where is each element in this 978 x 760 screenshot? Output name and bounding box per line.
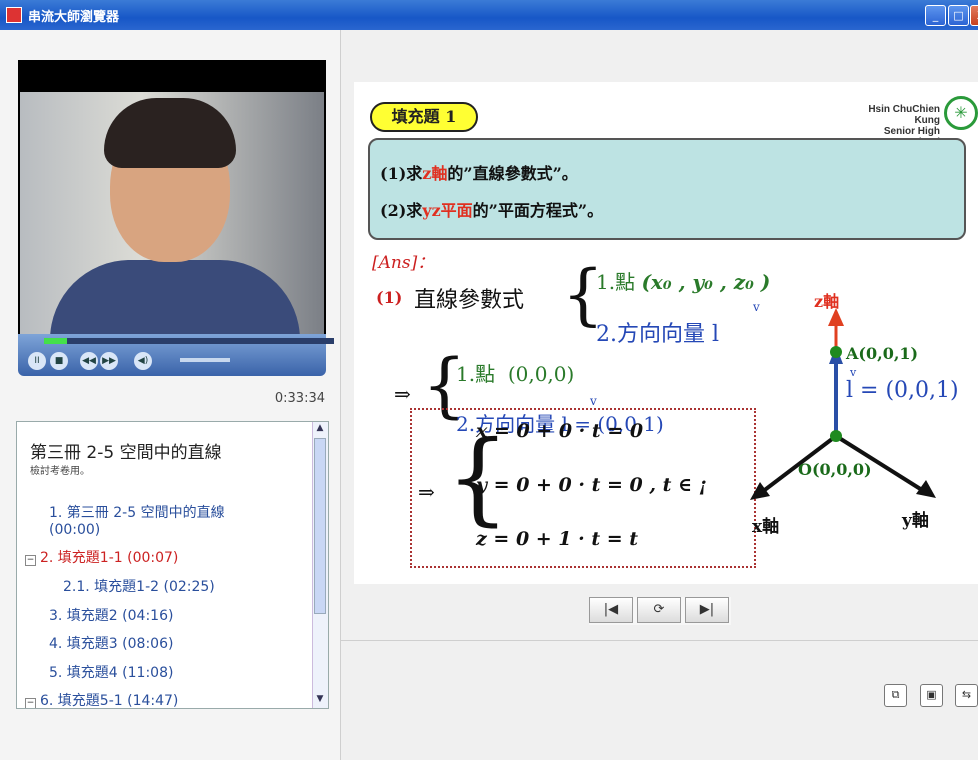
next-button[interactable]: ▶▶ <box>100 352 118 370</box>
point-a <box>830 346 842 358</box>
toc-item-6[interactable]: −6. 填充題5-1 (14:47) <box>25 690 179 709</box>
presenter-hair <box>104 98 236 168</box>
mute-button[interactable]: ◀) <box>134 352 152 370</box>
toc-scrollbar[interactable]: ▲ ▼ <box>312 422 328 708</box>
question-box: (1)求z軸的”直線參數式”。 (2)求yz平面的”平面方程式”。 <box>368 138 966 240</box>
answer-label: [Ans]： <box>372 253 435 273</box>
app-icon <box>6 7 22 23</box>
fullscreen-icon[interactable]: ▣ <box>920 684 943 707</box>
q1-highlight: z軸 <box>422 164 448 183</box>
toc-item-3[interactable]: 3. 填充題2 (04:16) <box>49 605 173 625</box>
presenter-shirt <box>50 260 300 334</box>
toc-item-time: (00:00) <box>49 522 101 538</box>
minimize-button[interactable]: _ <box>925 5 946 26</box>
previous-button[interactable]: ◀◀ <box>80 352 98 370</box>
replay-button[interactable]: ⟳ <box>637 597 681 623</box>
toc-item-2[interactable]: −2. 填充題1-1 (00:07) <box>25 547 178 567</box>
case1-point-label: 1.點 <box>596 270 636 294</box>
scroll-down-icon[interactable]: ▼ <box>314 694 326 708</box>
equation-x: x = 0 + 0 · t = 0 <box>476 420 644 442</box>
toc-subtitle: 檢討考卷用。 <box>30 466 90 477</box>
implies-1: ⇒ <box>394 382 411 406</box>
stop-button[interactable]: ■ <box>50 352 68 370</box>
question-2: (2)求yz平面的”平面方程式”。 <box>380 197 603 221</box>
toc-item-5[interactable]: 5. 填充題4 (11:08) <box>49 662 173 682</box>
q2-suffix: 的”平面方程式”。 <box>472 201 604 220</box>
slide-navigation: |◀ ⟳ ▶| <box>589 597 731 625</box>
school-line-1: Hsin ChuChien Kung <box>868 104 940 126</box>
toc-item-label: 2. 填充題1-1 (00:07) <box>40 550 179 566</box>
seek-progress <box>44 338 68 344</box>
collapse-icon[interactable]: − <box>25 698 36 708</box>
toc-item-label: 6. 填充題5-1 (14:47) <box>40 693 179 709</box>
close-button[interactable]: X <box>970 5 978 26</box>
question-badge: 填充題 1 <box>370 102 478 132</box>
scroll-up-icon[interactable]: ▲ <box>314 423 326 437</box>
pause-button[interactable]: II <box>28 352 46 370</box>
part-1-label: (1) <box>376 288 403 307</box>
q1-suffix: 的”直線參數式”。 <box>447 164 578 183</box>
next-slide-button[interactable]: ▶| <box>685 597 729 623</box>
part-1-text: 直線參數式 <box>414 288 525 313</box>
y-axis-label: y軸 <box>902 511 929 531</box>
z-axis-label: z軸 <box>814 292 840 311</box>
video-frame <box>20 92 324 334</box>
point-o-label: O(0,0,0) <box>798 460 872 479</box>
bottom-divider <box>341 640 978 641</box>
collapse-icon[interactable]: − <box>25 555 36 566</box>
slide: 填充題 1 Hsin ChuChien KungSenior High Scho… <box>354 82 978 584</box>
vector-mark: v <box>850 366 857 379</box>
toc-item-1[interactable]: 1. 第三冊 2-5 空間中的直線 (00:00) <box>49 502 225 538</box>
window-mode-icon[interactable]: ⧉ <box>884 684 907 707</box>
toc-title: 第三冊 2-5 空間中的直線 <box>30 443 222 463</box>
implies-2: ⇒ <box>418 480 435 504</box>
q2-prefix: (2)求 <box>380 201 423 220</box>
volume-slider[interactable] <box>180 358 230 362</box>
toc-item-4[interactable]: 4. 填充題3 (08:06) <box>49 633 173 653</box>
table-of-contents: 第三冊 2-5 空間中的直線 檢討考卷用。 1. 第三冊 2-5 空間中的直線(… <box>16 421 329 709</box>
equation-y: y = 0 + 0 · t = 0 , t ∈ ¡ <box>476 474 708 496</box>
case2-point-value: (0,0,0) <box>507 362 575 386</box>
equation-z: z = 0 + 1 · t = t <box>476 528 639 550</box>
x-axis-arrowhead <box>750 482 770 500</box>
case2-vector-mark: v <box>590 394 597 408</box>
school-logo: ✳ <box>944 96 978 130</box>
case1-direction: 2.方向向量 l <box>596 316 719 348</box>
vector-label: l = (0,0,1) <box>846 378 959 403</box>
scroll-thumb[interactable] <box>314 438 326 614</box>
point-a-label: A(0,0,1) <box>846 344 919 363</box>
q2-highlight: yz平面 <box>422 201 473 220</box>
origin-point <box>830 430 842 442</box>
case1-direction-label: 2.方向向量 <box>596 322 705 347</box>
case2-point: 1.點 (0,0,0) <box>456 358 574 387</box>
q1-prefix: (1)求 <box>380 164 423 183</box>
x-axis-label: x軸 <box>752 517 780 537</box>
previous-slide-button[interactable]: |◀ <box>589 597 633 623</box>
toc-item-label: 1. 第三冊 2-5 空間中的直線 <box>49 505 225 521</box>
window-title: 串流大師瀏覽器 <box>28 10 120 25</box>
case2-point-label: 1.點 <box>456 362 496 386</box>
question-1: (1)求z軸的”直線參數式”。 <box>380 160 578 184</box>
timecode: 0:33:34 <box>274 391 325 406</box>
seek-bar[interactable] <box>44 338 334 344</box>
maximize-button[interactable]: □ <box>948 5 969 26</box>
case1-direction-value: l <box>712 322 720 347</box>
player-controls: II ■ ◀◀ ▶▶ ◀) <box>18 334 334 376</box>
toc-item-2-1[interactable]: 2.1. 填充題1-2 (02:25) <box>63 576 215 596</box>
title-bar: 串流大師瀏覽器 _ □ X <box>0 0 978 30</box>
swap-layout-icon[interactable]: ⇆ <box>955 684 978 707</box>
